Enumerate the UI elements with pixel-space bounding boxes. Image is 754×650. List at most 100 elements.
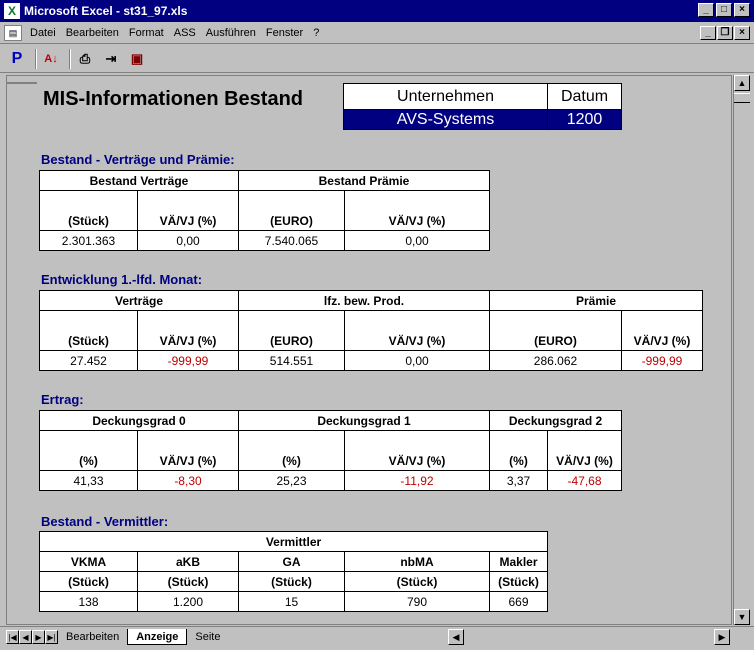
value-cell[interactable]: 0,00 bbox=[137, 230, 239, 251]
close-button[interactable]: × bbox=[734, 3, 750, 17]
column-header: (%) bbox=[238, 430, 345, 471]
entwicklung-table: Verträge lfz. bew. Prod. Prämie (Stück) … bbox=[39, 290, 703, 371]
section-title-entwicklung: Entwicklung 1.-lfd. Monat: bbox=[41, 272, 203, 287]
worksheet[interactable]: MIS-Informationen Bestand Unternehmen Da… bbox=[6, 75, 732, 625]
section-title-vermittler: Bestand - Vermittler: bbox=[41, 514, 169, 529]
doc-minimize-button[interactable]: _ bbox=[700, 26, 716, 40]
title-bar: X Microsoft Excel - st31_97.xls _ □ × bbox=[0, 0, 754, 22]
column-header: aKB bbox=[137, 551, 239, 572]
value-cell[interactable]: 790 bbox=[344, 591, 490, 612]
column-header: VÄ/VJ (%) bbox=[137, 190, 239, 231]
group-header: Bestand Verträge bbox=[39, 170, 239, 191]
menu-ausfuehren[interactable]: Ausführen bbox=[201, 27, 261, 39]
date-header: Datum bbox=[547, 83, 622, 110]
sort-icon[interactable]: A↓ bbox=[40, 48, 62, 70]
company-header: Unternehmen bbox=[343, 83, 548, 110]
column-header: (EURO) bbox=[238, 190, 345, 231]
group-header: Prämie bbox=[489, 290, 703, 311]
sheet-tab-bar: |◀ ◀ ▶ ▶| Bearbeiten Anzeige Seite ◀ ▶ bbox=[0, 626, 754, 646]
column-header: VÄ/VJ (%) bbox=[344, 190, 490, 231]
column-header: (%) bbox=[489, 430, 548, 471]
vermittler-table: Vermittler VKMA aKB GA nbMA Makler (Stüc… bbox=[39, 531, 548, 612]
vertical-scrollbar[interactable]: ▲ ▼ bbox=[733, 75, 750, 625]
group-header: Deckungsgrad 1 bbox=[238, 410, 490, 431]
scroll-left-icon[interactable]: ◀ bbox=[448, 629, 464, 645]
unit-header: (Stück) bbox=[489, 571, 548, 592]
menu-ass[interactable]: ASS bbox=[169, 27, 201, 39]
value-cell[interactable]: 2.301.363 bbox=[39, 230, 138, 251]
menu-datei[interactable]: Datei bbox=[25, 27, 61, 39]
menu-fenster[interactable]: Fenster bbox=[261, 27, 308, 39]
value-cell[interactable]: -8,30 bbox=[137, 470, 239, 491]
scroll-up-icon[interactable]: ▲ bbox=[734, 75, 750, 91]
section-title-bestand: Bestand - Verträge und Prämie: bbox=[41, 152, 235, 167]
value-cell[interactable]: 669 bbox=[489, 591, 548, 612]
ertrag-table: Deckungsgrad 0 Deckungsgrad 1 Deckungsgr… bbox=[39, 410, 622, 491]
page-title: MIS-Informationen Bestand bbox=[43, 88, 304, 110]
tab-seite[interactable]: Seite bbox=[187, 629, 228, 645]
print-icon[interactable]: ⎙ bbox=[74, 48, 96, 70]
value-cell[interactable]: 41,33 bbox=[39, 470, 138, 491]
menu-help[interactable]: ? bbox=[308, 27, 324, 39]
column-header: (%) bbox=[39, 430, 138, 471]
tab-anzeige[interactable]: Anzeige bbox=[127, 628, 188, 645]
value-cell[interactable]: 3,37 bbox=[489, 470, 548, 491]
maximize-button[interactable]: □ bbox=[716, 3, 732, 17]
bestand-table: Bestand Verträge Bestand Prämie (Stück) … bbox=[39, 170, 490, 251]
import-icon[interactable]: ⇥ bbox=[100, 48, 122, 70]
value-cell[interactable]: 0,00 bbox=[344, 350, 490, 371]
tab-bearbeiten[interactable]: Bearbeiten bbox=[58, 629, 127, 645]
toolbar: P A↓ ⎙ ⇥ ▣ bbox=[0, 45, 754, 73]
scroll-split-handle[interactable] bbox=[734, 93, 750, 103]
menu-format[interactable]: Format bbox=[124, 27, 169, 39]
p-button[interactable]: P bbox=[6, 48, 28, 70]
excel-icon: X bbox=[4, 3, 20, 19]
horizontal-scrollbar[interactable]: ◀ ▶ bbox=[448, 629, 730, 645]
minimize-button[interactable]: _ bbox=[698, 3, 714, 17]
save-icon[interactable]: ▣ bbox=[126, 48, 148, 70]
value-cell[interactable]: -999,99 bbox=[137, 350, 239, 371]
column-header: VÄ/VJ (%) bbox=[137, 430, 239, 471]
next-sheet-icon[interactable]: ▶ bbox=[32, 629, 45, 644]
value-cell[interactable]: 0,00 bbox=[344, 230, 490, 251]
unit-header: (Stück) bbox=[344, 571, 490, 592]
value-cell[interactable]: -999,99 bbox=[621, 350, 703, 371]
value-cell[interactable]: 514.551 bbox=[238, 350, 345, 371]
last-sheet-icon[interactable]: ▶| bbox=[45, 629, 58, 644]
toolbar-separator bbox=[35, 48, 37, 69]
column-header: VÄ/VJ (%) bbox=[547, 430, 622, 471]
column-header: VÄ/VJ (%) bbox=[137, 310, 239, 351]
column-header: (Stück) bbox=[39, 190, 138, 231]
value-cell[interactable]: 1.200 bbox=[137, 591, 239, 612]
company-info-table: Unternehmen Datum AVS-Systems 1200 bbox=[343, 83, 622, 130]
column-header: (EURO) bbox=[238, 310, 345, 351]
value-cell[interactable]: 27.452 bbox=[39, 350, 138, 371]
window-title: Microsoft Excel - st31_97.xls bbox=[24, 4, 188, 18]
value-cell[interactable]: 138 bbox=[39, 591, 138, 612]
menu-bar: ▤ Datei Bearbeiten Format ASS Ausführen … bbox=[0, 22, 754, 44]
doc-restore-button[interactable]: ❐ bbox=[717, 26, 733, 40]
menu-bearbeiten[interactable]: Bearbeiten bbox=[61, 27, 124, 39]
value-cell[interactable]: 286.062 bbox=[489, 350, 622, 371]
unit-header: (Stück) bbox=[137, 571, 239, 592]
scroll-right-icon[interactable]: ▶ bbox=[714, 629, 730, 645]
document-icon[interactable]: ▤ bbox=[4, 24, 22, 41]
group-header: Deckungsgrad 0 bbox=[39, 410, 239, 431]
column-header: (Stück) bbox=[39, 310, 138, 351]
value-cell[interactable]: 25,23 bbox=[238, 470, 345, 491]
first-sheet-icon[interactable]: |◀ bbox=[6, 629, 19, 644]
group-header: lfz. bew. Prod. bbox=[238, 290, 490, 311]
value-cell[interactable]: 15 bbox=[238, 591, 345, 612]
column-header: Makler bbox=[489, 551, 548, 572]
scroll-down-icon[interactable]: ▼ bbox=[734, 609, 750, 625]
unit-header: (Stück) bbox=[238, 571, 345, 592]
column-header: VKMA bbox=[39, 551, 138, 572]
group-header: Vermittler bbox=[39, 531, 548, 552]
company-value: AVS-Systems bbox=[343, 109, 548, 130]
prev-sheet-icon[interactable]: ◀ bbox=[19, 629, 32, 644]
value-cell[interactable]: 7.540.065 bbox=[238, 230, 345, 251]
value-cell[interactable]: -47,68 bbox=[547, 470, 622, 491]
value-cell[interactable]: -11,92 bbox=[344, 470, 490, 491]
doc-close-button[interactable]: × bbox=[734, 26, 750, 40]
scroll-track[interactable] bbox=[464, 629, 714, 645]
